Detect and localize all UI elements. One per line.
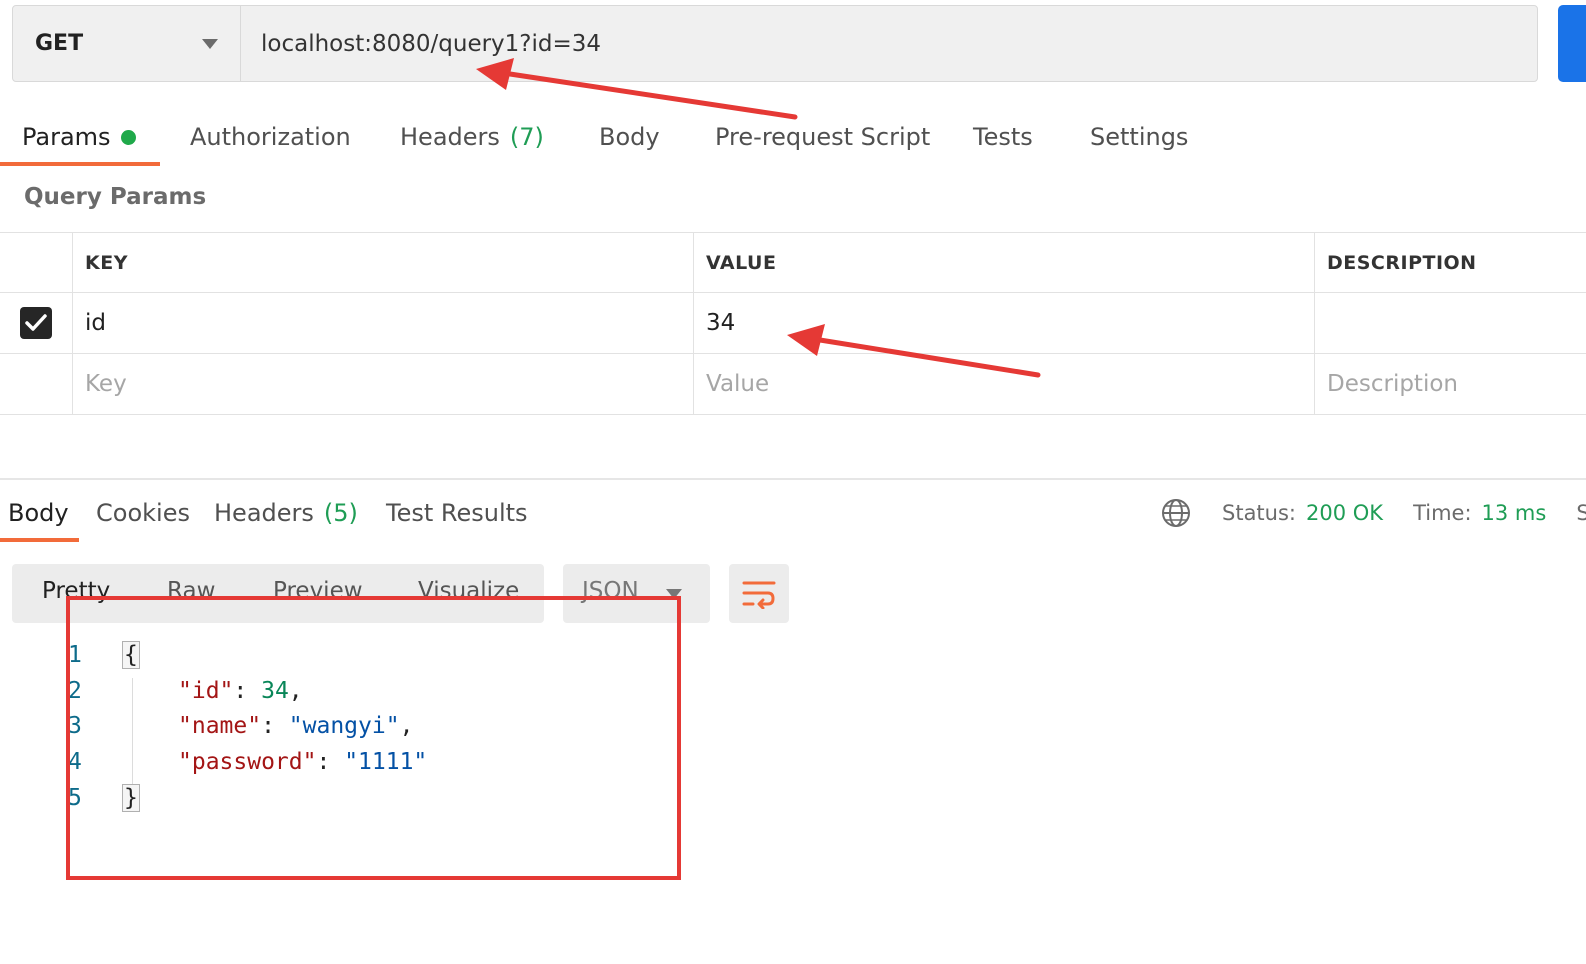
tab-body[interactable]: Body [599,108,660,166]
tab-response-body[interactable]: Body [8,484,69,542]
tab-pre-request-script[interactable]: Pre-request Script [715,108,930,166]
tab-label: Tests [973,123,1033,151]
active-params-indicator-icon [120,129,136,145]
query-params-title: Query Params [24,184,207,210]
size-label: S [1576,501,1586,525]
tab-response-headers[interactable]: Headers (5) [214,484,358,542]
value-placeholder: Value [706,371,770,397]
row-checkbox-cell [0,354,72,414]
send-button[interactable] [1558,5,1586,82]
tab-settings[interactable]: Settings [1090,108,1188,166]
tab-label: Cookies [96,499,190,527]
tab-count: (5) [323,499,358,527]
tab-headers[interactable]: Headers (7) [400,108,544,166]
annotation-highlight-box [66,596,681,880]
table-row: id 34 [0,293,1586,354]
tab-label: Pre-request Script [715,123,931,151]
description-column-header: DESCRIPTION [1314,233,1586,292]
status-label: Status: [1222,501,1296,525]
time-value: 13 ms [1481,501,1547,525]
request-tabs: Params Authorization Headers (7) Body Pr… [0,108,1586,168]
active-tab-underline [0,162,160,166]
tab-label: Body [8,499,69,527]
param-value-field[interactable]: 34 [693,293,1314,353]
status-value: 200 OK [1306,501,1384,525]
row-checkbox-cell [0,293,72,353]
table-row-empty: Key Value Description [0,354,1586,415]
pane-divider[interactable] [0,478,1586,480]
new-value-input[interactable]: Value [693,354,1314,414]
tab-label: Headers [400,123,500,151]
checkbox-column-header [0,233,72,292]
response-status-bar: Status: 200 OK Time: 13 ms S [1160,496,1586,530]
param-enabled-checkbox[interactable] [20,307,52,339]
active-tab-underline [0,538,79,542]
tab-label: Authorization [190,123,351,151]
tab-test-results[interactable]: Test Results [386,484,528,542]
key-placeholder: Key [85,371,127,397]
chevron-down-icon [202,38,218,49]
tab-label: Params [22,123,111,151]
tab-label: Headers [214,499,314,527]
value-column-header: VALUE [693,233,1314,292]
param-description-field[interactable] [1314,293,1586,353]
tab-count: (7) [509,123,544,151]
table-header-row: KEY VALUE DESCRIPTION [0,232,1586,293]
wrap-lines-icon [742,581,776,609]
param-key-text: id [85,310,106,336]
tab-label: Settings [1090,123,1189,151]
new-description-input[interactable]: Description [1314,354,1586,414]
param-value-text: 34 [706,310,736,336]
key-column-header: KEY [72,233,693,292]
tab-label: Body [599,123,660,151]
checkmark-icon [25,314,47,331]
new-key-input[interactable]: Key [72,354,693,414]
request-url-bar: GET localhost:8080/query1?id=34 [12,5,1538,82]
query-params-table: KEY VALUE DESCRIPTION id 34 Key Value De… [0,232,1586,415]
tab-label: Test Results [386,499,528,527]
tab-cookies[interactable]: Cookies [96,484,190,542]
wrap-lines-button[interactable] [729,564,789,623]
tab-params[interactable]: Params [22,108,136,166]
description-placeholder: Description [1327,371,1458,397]
url-input[interactable]: localhost:8080/query1?id=34 [241,6,1537,81]
tab-authorization[interactable]: Authorization [190,108,351,166]
url-text: localhost:8080/query1?id=34 [261,30,602,57]
globe-icon[interactable] [1160,497,1192,529]
method-select[interactable]: GET [13,6,241,81]
method-label: GET [35,31,84,56]
tab-tests[interactable]: Tests [973,108,1033,166]
param-key-field[interactable]: id [72,293,693,353]
time-label: Time: [1413,501,1472,525]
